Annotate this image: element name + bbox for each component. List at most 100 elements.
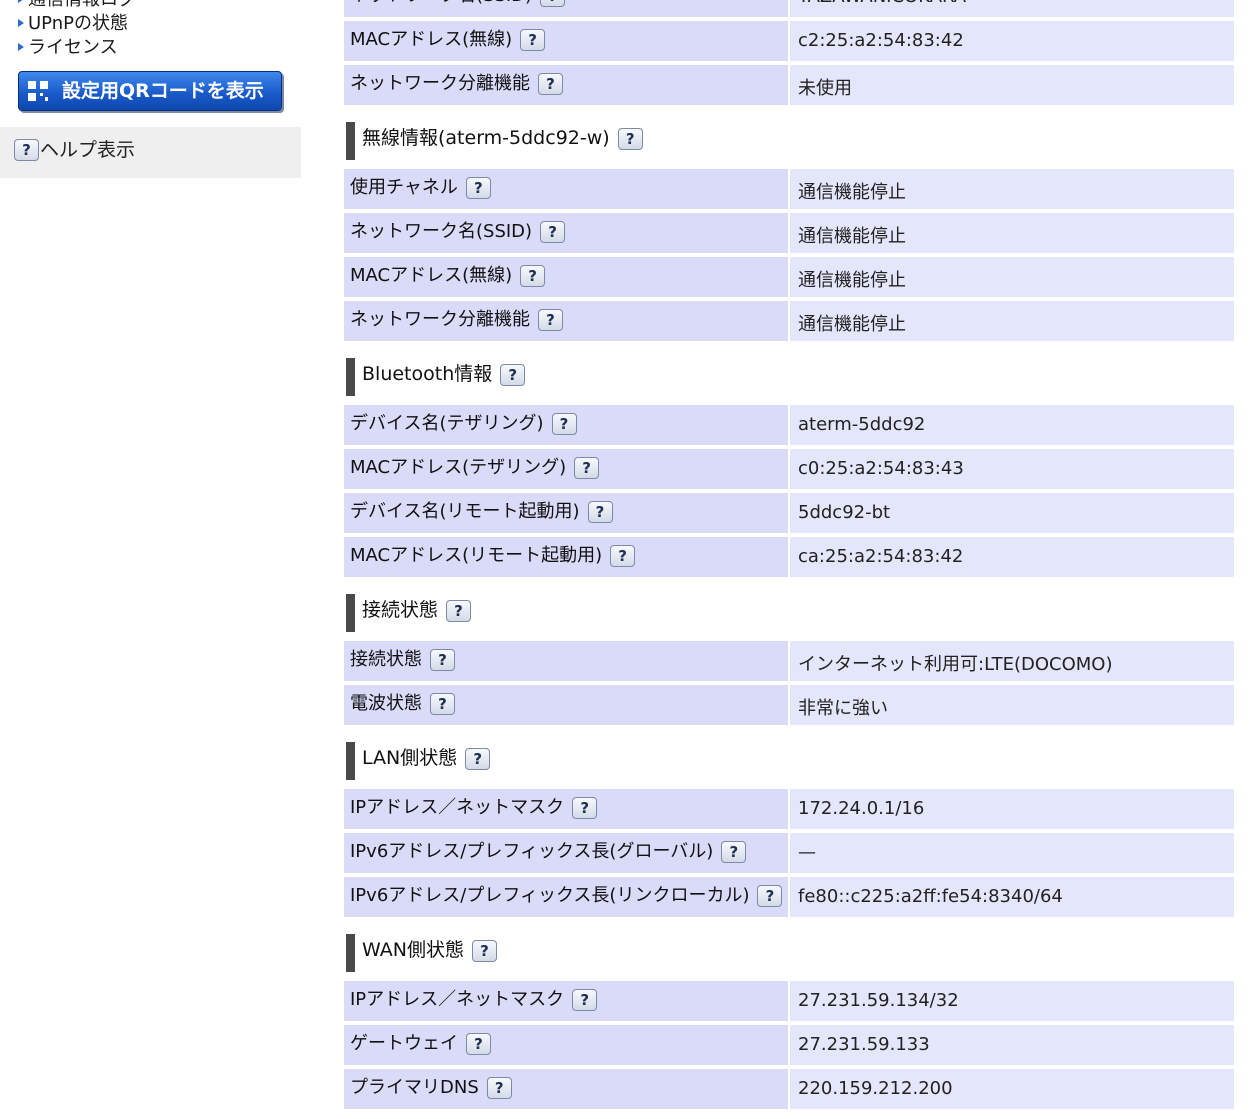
row-label-cell: 電波状態?	[344, 685, 788, 729]
help-icon[interactable]: ?	[446, 599, 472, 622]
section-title-text: WAN側状態	[362, 939, 464, 961]
row-value: インターネット利用可:LTE(DOCOMO)	[790, 641, 1234, 685]
row-value: aterm-5ddc92	[790, 405, 1234, 449]
help-icon[interactable]: ?	[540, 0, 566, 7]
arrow-icon	[18, 43, 24, 51]
row-label-cell: ネットワーク名(SSID)?	[344, 213, 788, 257]
row-value: 未使用	[790, 65, 1234, 109]
table-row: 接続状態? インターネット利用可:LTE(DOCOMO)	[344, 641, 1234, 685]
section-title-text: 無線情報(aterm-5ddc92-w)	[362, 127, 610, 149]
nav-link-upnp-status[interactable]: UPnPの状態	[18, 12, 136, 36]
row-label-cell: ゲートウェイ?	[344, 1025, 788, 1069]
nav-link-license[interactable]: ライセンス	[18, 36, 136, 60]
help-icon[interactable]: ?	[486, 1077, 512, 1099]
row-label-cell: IPv6アドレス/プレフィックス長(グローバル)?	[344, 833, 788, 877]
qr-code-icon	[28, 81, 48, 101]
help-icon[interactable]: ?	[540, 221, 566, 243]
row-label-cell: IPアドレス／ネットマスク?	[344, 789, 788, 833]
table-row: ネットワーク分離機能? 未使用	[344, 65, 1234, 109]
help-icon[interactable]: ?	[471, 939, 497, 962]
nav-link-label: 通信情報ログ	[28, 0, 136, 10]
row-value: 通信機能停止	[790, 257, 1234, 301]
help-icon[interactable]: ?	[587, 501, 613, 523]
qr-button-label: 設定用QRコードを表示	[62, 80, 264, 102]
row-value: 通信機能停止	[790, 301, 1234, 345]
row-value: 通信機能停止	[790, 169, 1234, 213]
row-label-cell: MACアドレス(テザリング)?	[344, 449, 788, 493]
help-icon[interactable]: ?	[551, 413, 577, 435]
row-label-cell: ネットワーク分離機能?	[344, 65, 788, 109]
row-value: 27.231.59.133	[790, 1025, 1234, 1069]
table-row: ネットワーク名(SSID)? 通信機能停止	[344, 213, 1234, 257]
row-label: IPv6アドレス/プレフィックス長(リンクローカル)	[350, 885, 750, 906]
row-label: IPアドレス／ネットマスク	[350, 797, 565, 818]
table-row: IPv6アドレス/プレフィックス長(グローバル)? —	[344, 833, 1234, 877]
row-label: 電波状態	[350, 693, 422, 714]
table-row: プライマリDNS? 220.159.212.200	[344, 1069, 1234, 1113]
row-value: 通信機能停止	[790, 213, 1234, 257]
row-value: 非常に強い	[790, 685, 1234, 729]
row-value: c0:25:a2:54:83:43	[790, 449, 1234, 493]
table-row: MACアドレス(無線)? c2:25:a2:54:83:42	[344, 21, 1234, 65]
help-icon[interactable]: ?	[500, 363, 526, 386]
row-label: MACアドレス(テザリング)	[350, 457, 567, 478]
help-icon[interactable]: ?	[520, 29, 546, 51]
section-title: Bluetooth情報?	[344, 345, 1234, 405]
row-label: ゲートウェイ	[350, 1033, 458, 1054]
help-icon[interactable]: ?	[538, 73, 563, 95]
row-label: 接続状態	[350, 649, 422, 670]
row-label-cell: デバイス名(テザリング)?	[344, 405, 788, 449]
help-icon[interactable]: ?	[520, 265, 546, 287]
table-row: 電波状態? 非常に強い	[344, 685, 1234, 729]
show-qr-code-button[interactable]: 設定用QRコードを表示	[18, 71, 282, 111]
row-label: ネットワーク名(SSID)	[350, 221, 533, 242]
table-row: MACアドレス(無線)? 通信機能停止	[344, 257, 1234, 301]
help-display-link[interactable]: ヘルプ表示	[40, 135, 135, 162]
row-label: IPアドレス／ネットマスク	[350, 989, 565, 1010]
section-title-text: LAN側状態	[362, 747, 458, 769]
section-title: 無線情報(aterm-5ddc92-w)?	[344, 109, 1234, 169]
nav-link-label: UPnPの状態	[28, 13, 128, 34]
help-icon[interactable]: ?	[572, 797, 598, 819]
help-icon[interactable]: ?	[721, 841, 747, 863]
arrow-icon	[18, 19, 24, 27]
arrow-icon	[18, 0, 24, 3]
row-label-cell: デバイス名(リモート起動用)?	[344, 493, 788, 537]
help-icon[interactable]: ?	[574, 457, 600, 479]
table-row: MACアドレス(リモート起動用)? ca:25:a2:54:83:42	[344, 537, 1234, 581]
row-label-cell: IPアドレス／ネットマスク?	[344, 981, 788, 1025]
help-icon[interactable]: ?	[572, 989, 598, 1011]
section-title-text: Bluetooth情報	[362, 363, 493, 385]
table-row: 使用チャネル? 通信機能停止	[344, 169, 1234, 213]
help-icon[interactable]: ?	[538, 309, 563, 331]
help-icon[interactable]: ?	[465, 177, 491, 199]
help-icon[interactable]: ?	[757, 885, 783, 907]
row-label-cell: 使用チャネル?	[344, 169, 788, 213]
row-label: プライマリDNS	[350, 1077, 479, 1098]
help-icon[interactable]: ?	[466, 1033, 491, 1055]
table-row: MACアドレス(テザリング)? c0:25:a2:54:83:43	[344, 449, 1234, 493]
table-row: ネットワーク名(SSID)?YAZAWANICOKARA	[344, 0, 1234, 21]
help-icon[interactable]: ?	[465, 747, 491, 770]
row-value: ca:25:a2:54:83:42	[790, 537, 1234, 581]
table-row: IPv6アドレス/プレフィックス長(リンクローカル)? fe80::c225:a2…	[344, 877, 1234, 921]
table-row: IPアドレス／ネットマスク? 172.24.0.1/16	[344, 789, 1234, 833]
row-label-cell: IPv6アドレス/プレフィックス長(リンクローカル)?	[344, 877, 788, 921]
row-label: MACアドレス(リモート起動用)	[350, 545, 603, 566]
section-title: WAN側状態?	[344, 921, 1234, 981]
row-label-cell: プライマリDNS?	[344, 1069, 788, 1113]
help-display-panel: ? ヘルプ表示	[0, 127, 301, 178]
row-label: IPv6アドレス/プレフィックス長(グローバル)	[350, 841, 714, 862]
table-row: IPアドレス／ネットマスク? 27.231.59.134/32	[344, 981, 1234, 1025]
row-value: YAZAWANICOKARA	[790, 0, 1234, 21]
help-icon[interactable]: ?	[14, 139, 39, 161]
help-icon[interactable]: ?	[430, 649, 455, 671]
section-title-text: 接続状態	[362, 599, 439, 621]
help-icon[interactable]: ?	[430, 693, 455, 715]
table-row: ゲートウェイ? 27.231.59.133	[344, 1025, 1234, 1069]
nav-link-communication-log[interactable]: 通信情報ログ	[18, 0, 136, 12]
help-icon[interactable]: ?	[610, 545, 636, 567]
row-label: デバイス名(リモート起動用)	[350, 501, 580, 522]
help-icon[interactable]: ?	[617, 127, 643, 150]
nav-link-label: ライセンス	[28, 37, 118, 58]
